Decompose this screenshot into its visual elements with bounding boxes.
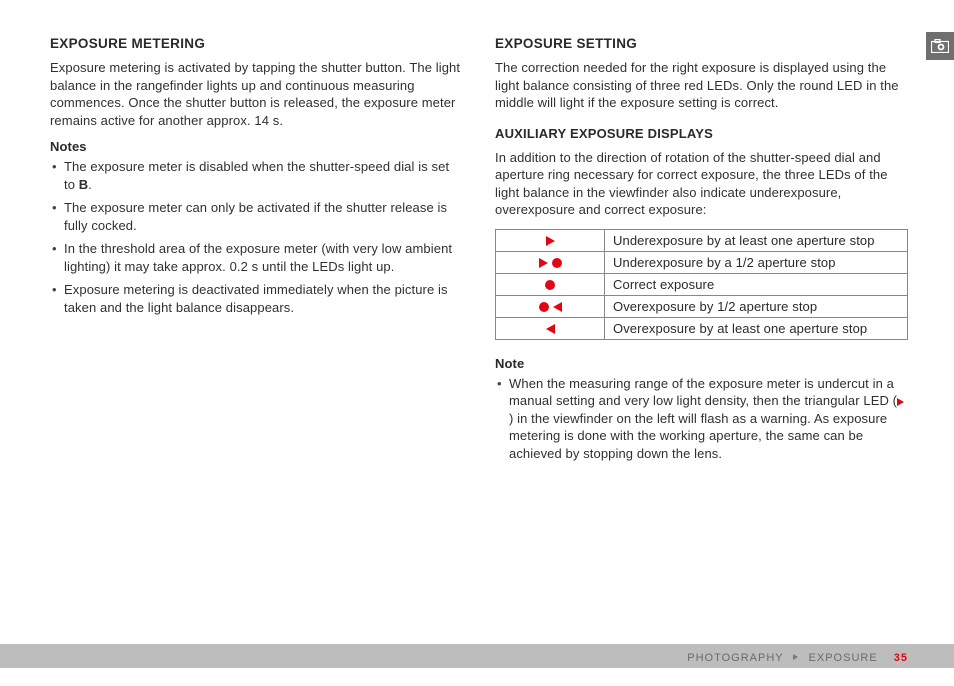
note-item: When the measuring range of the exposure… [495, 375, 908, 463]
note-item: The exposure meter is disabled when the … [50, 158, 463, 193]
led-description: Overexposure by 1/2 aperture stop [605, 295, 908, 317]
left-column: EXPOSURE METERING Exposure metering is a… [50, 36, 463, 469]
heading-aux-displays: AUXILIARY EXPOSURE DISPLAYS [495, 126, 908, 141]
table-row: Overexposure by at least one aperture st… [496, 317, 908, 339]
notes-heading: Notes [50, 139, 463, 154]
led-description: Correct exposure [605, 273, 908, 295]
table-row: Underexposure by at least one aperture s… [496, 229, 908, 251]
led-overexposure-full-icon [496, 317, 605, 339]
table-row: Correct exposure [496, 273, 908, 295]
note-item: The exposure meter can only be activated… [50, 199, 463, 234]
led-description: Underexposure by at least one aperture s… [605, 229, 908, 251]
note-heading: Note [495, 356, 908, 371]
table-row: Underexposure by a 1/2 aperture stop [496, 251, 908, 273]
breadcrumb: PHOTOGRAPHY EXPOSURE 35 [687, 652, 908, 664]
led-underexposure-half-icon [496, 251, 605, 273]
heading-exposure-metering: EXPOSURE METERING [50, 36, 463, 51]
breadcrumb-item: PHOTOGRAPHY [687, 652, 783, 664]
led-underexposure-full-icon [496, 229, 605, 251]
note-text: ) in the viewfinder on the left will fla… [509, 411, 887, 461]
led-description: Overexposure by at least one aperture st… [605, 317, 908, 339]
setting-note-list: When the measuring range of the exposure… [495, 375, 908, 463]
chevron-right-icon [793, 654, 798, 660]
manual-page: EXPOSURE METERING Exposure metering is a… [0, 0, 954, 686]
note-bold-b: B [79, 177, 89, 192]
section-tab-camera-icon [926, 32, 954, 60]
note-item: In the threshold area of the exposure me… [50, 240, 463, 275]
right-column: EXPOSURE SETTING The correction needed f… [495, 36, 908, 469]
table-row: Overexposure by 1/2 aperture stop [496, 295, 908, 317]
setting-intro: The correction needed for the right expo… [495, 59, 908, 112]
metering-notes-list: The exposure meter is disabled when the … [50, 158, 463, 316]
note-text: . [88, 177, 92, 192]
led-correct-icon [496, 273, 605, 295]
heading-exposure-setting: EXPOSURE SETTING [495, 36, 908, 51]
note-text: When the measuring range of the exposure… [509, 376, 897, 409]
triangle-right-icon [897, 398, 904, 406]
led-overexposure-half-icon [496, 295, 605, 317]
page-number: 35 [894, 652, 908, 664]
note-item: Exposure metering is deactivated immedia… [50, 281, 463, 316]
breadcrumb-item: EXPOSURE [809, 652, 878, 664]
note-text: The exposure meter is disabled when the … [64, 159, 449, 192]
metering-intro: Exposure metering is activated by tappin… [50, 59, 463, 129]
aux-intro: In addition to the direction of rotation… [495, 149, 908, 219]
exposure-led-table: Underexposure by at least one aperture s… [495, 229, 908, 340]
led-description: Underexposure by a 1/2 aperture stop [605, 251, 908, 273]
